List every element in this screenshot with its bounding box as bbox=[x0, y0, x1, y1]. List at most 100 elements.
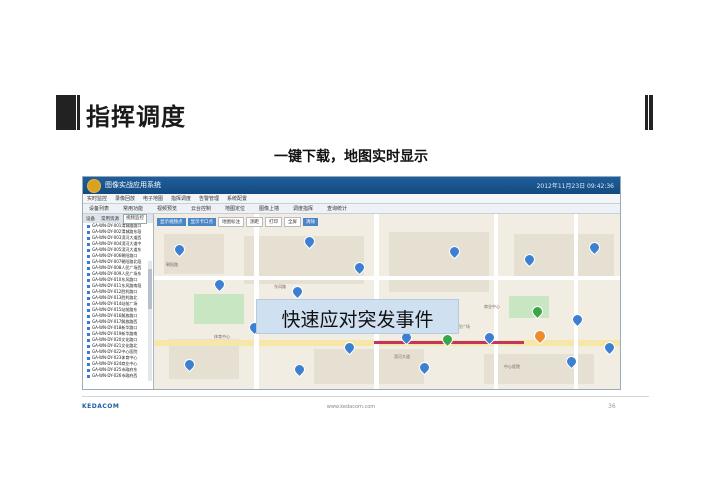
footer-divider bbox=[82, 396, 649, 397]
device-tree-label: GA-WN-DY-022中心医院 bbox=[92, 349, 138, 354]
camera-icon bbox=[87, 338, 90, 342]
device-tree-label: GA-WN-DY-007朝阳路北段 bbox=[92, 259, 142, 264]
app-window: 图像实战应用系统 2012年11月23日 09:42:36 实时监控 录像回放 … bbox=[82, 176, 621, 390]
map-label: 滨河大道 bbox=[394, 354, 410, 359]
map-park bbox=[194, 294, 244, 324]
police-badge-icon bbox=[87, 179, 101, 193]
menu-item[interactable]: 录像回放 bbox=[115, 195, 135, 202]
camera-icon bbox=[87, 296, 90, 300]
device-sidebar: 设备 常用资源 视频监控 GA-WN-DY-001渭城路路口 GA-WN-DY-0… bbox=[83, 214, 154, 389]
device-tree-label: GA-WN-DY-016解放路口 bbox=[92, 313, 138, 318]
app-title-bar: 图像实战应用系统 2012年11月23日 09:42:36 bbox=[83, 177, 620, 194]
toolbar-item[interactable]: 云台控制 bbox=[191, 205, 211, 212]
device-tree-label: GA-WN-DY-013胜利路北 bbox=[92, 295, 138, 300]
tab-devices[interactable]: 设备 bbox=[84, 216, 97, 222]
map-block bbox=[389, 232, 489, 292]
device-tree-label: GA-WN-DY-008人民广场西 bbox=[92, 265, 142, 270]
device-tree-label: GA-WN-DY-021文化路北 bbox=[92, 343, 138, 348]
camera-icon bbox=[87, 308, 90, 312]
tab-common[interactable]: 常用资源 bbox=[99, 216, 121, 222]
camera-icon bbox=[87, 320, 90, 324]
map-tool-button[interactable]: 显示视频点 bbox=[157, 218, 186, 226]
camera-icon bbox=[87, 260, 90, 264]
camera-icon bbox=[87, 272, 90, 276]
toolbar-item[interactable]: 调度指挥 bbox=[293, 205, 313, 212]
toolbar-item[interactable]: 常用功能 bbox=[123, 205, 143, 212]
map-label: 朝阳路 bbox=[166, 262, 178, 267]
tab-video[interactable]: 视频监控 bbox=[123, 214, 147, 224]
device-tree-label: GA-WN-DY-005滨河大道东 bbox=[92, 247, 142, 252]
map-label: 体育中心 bbox=[214, 334, 230, 339]
camera-icon bbox=[87, 344, 90, 348]
toolbar-item[interactable]: 图像上墙 bbox=[259, 205, 279, 212]
map-tool-button[interactable]: 地图标注 bbox=[218, 217, 244, 227]
title-accent-bar-thin bbox=[77, 95, 80, 130]
camera-icon bbox=[87, 254, 90, 258]
toolbar-item[interactable]: 视频预览 bbox=[157, 205, 177, 212]
menu-item[interactable]: 电子地图 bbox=[143, 195, 163, 202]
right-accent-bar-thin bbox=[645, 95, 648, 130]
sidebar-scrollbar[interactable] bbox=[148, 261, 152, 381]
scrollbar-thumb[interactable] bbox=[148, 269, 152, 309]
camera-icon bbox=[87, 284, 90, 288]
device-tree-label: GA-WN-DY-009人民广场东 bbox=[92, 271, 142, 276]
menu-item[interactable]: 告警管理 bbox=[199, 195, 219, 202]
map-tool-button[interactable]: 显示卡口点 bbox=[187, 218, 216, 226]
camera-icon bbox=[87, 278, 90, 282]
device-tree-label: GA-WN-DY-020文化路口 bbox=[92, 337, 138, 342]
device-tree-label: GA-WN-DY-026市政府西 bbox=[92, 373, 138, 378]
app-title: 图像实战应用系统 bbox=[105, 181, 161, 189]
device-tree: GA-WN-DY-001渭城路路口 GA-WN-DY-002渭城路东段 GA-WN-… bbox=[83, 223, 153, 379]
menu-item[interactable]: 系统配置 bbox=[227, 195, 247, 202]
device-tree-label: GA-WN-DY-004滨河大道中 bbox=[92, 241, 142, 246]
toolbar-item[interactable]: 查询统计 bbox=[327, 205, 347, 212]
device-tree-item[interactable]: GA-WN-DY-026市政府西 bbox=[83, 373, 153, 379]
device-tree-label: GA-WN-DY-011东风路南段 bbox=[92, 283, 142, 288]
map-tool-button[interactable]: 清除 bbox=[303, 218, 318, 226]
camera-icon bbox=[87, 314, 90, 318]
map-label: 东风路 bbox=[274, 284, 286, 289]
camera-icon bbox=[87, 242, 90, 246]
menu-item[interactable]: 指挥调度 bbox=[171, 195, 191, 202]
app-clock: 2012年11月23日 09:42:36 bbox=[536, 183, 614, 190]
callout-banner: 快速应对突发事件 bbox=[256, 299, 459, 334]
device-tree-label: GA-WN-DY-012胜利路口 bbox=[92, 289, 138, 294]
camera-pin-icon[interactable] bbox=[569, 311, 586, 328]
camera-icon bbox=[87, 350, 90, 354]
toolbar: 设备列表 常用功能 视频预览 云台控制 地图定位 图像上墙 调度指挥 查询统计 bbox=[83, 204, 620, 214]
camera-pin-icon[interactable] bbox=[289, 283, 306, 300]
device-tree-label: GA-WN-DY-014站前广场 bbox=[92, 301, 138, 306]
device-tree-label: GA-WN-DY-006朝阳路口 bbox=[92, 253, 138, 258]
device-tree-label: GA-WN-DY-019新华路南 bbox=[92, 331, 138, 336]
device-tree-label: GA-WN-DY-023体育中心 bbox=[92, 355, 138, 360]
map-label: 中心医院 bbox=[504, 364, 520, 369]
map-toolbar: 显示视频点 显示卡口点 地图标注 测距 打印 全屏 清除 bbox=[157, 217, 320, 227]
map-tool-button[interactable]: 打印 bbox=[265, 217, 282, 227]
camera-icon bbox=[87, 368, 90, 372]
map-label: 商业中心 bbox=[484, 304, 500, 309]
map-road bbox=[154, 276, 620, 280]
camera-icon bbox=[87, 236, 90, 240]
toolbar-item[interactable]: 设备列表 bbox=[89, 205, 109, 212]
device-tree-label: GA-WN-DY-018新华路口 bbox=[92, 325, 138, 330]
sidebar-tabs: 设备 常用资源 视频监控 bbox=[83, 214, 153, 224]
page-number: 36 bbox=[608, 403, 616, 410]
camera-icon bbox=[87, 290, 90, 294]
toolbar-item[interactable]: 地图定位 bbox=[225, 205, 245, 212]
camera-pin-icon[interactable] bbox=[291, 361, 308, 378]
camera-icon bbox=[87, 356, 90, 360]
camera-icon bbox=[87, 266, 90, 270]
device-tree-label: GA-WN-DY-025市政府东 bbox=[92, 367, 138, 372]
slide-subtitle: 一键下载，地图实时显示 bbox=[274, 149, 428, 165]
footer-url: www.kedacom.com bbox=[326, 404, 376, 410]
right-accent-bar bbox=[649, 95, 653, 130]
map-tool-button[interactable]: 全屏 bbox=[284, 217, 301, 227]
camera-icon bbox=[87, 248, 90, 252]
map-block bbox=[164, 234, 224, 274]
map-tool-button[interactable]: 测距 bbox=[246, 217, 263, 227]
camera-icon bbox=[87, 230, 90, 234]
menu-item[interactable]: 实时监控 bbox=[87, 195, 107, 202]
camera-icon bbox=[87, 332, 90, 336]
slide-title: 指挥调度 bbox=[86, 103, 186, 131]
map-view[interactable]: 显示视频点 显示卡口点 地图标注 测距 打印 全屏 清除 人民广场 商业中心 东风路 朝阳路… bbox=[154, 214, 620, 389]
